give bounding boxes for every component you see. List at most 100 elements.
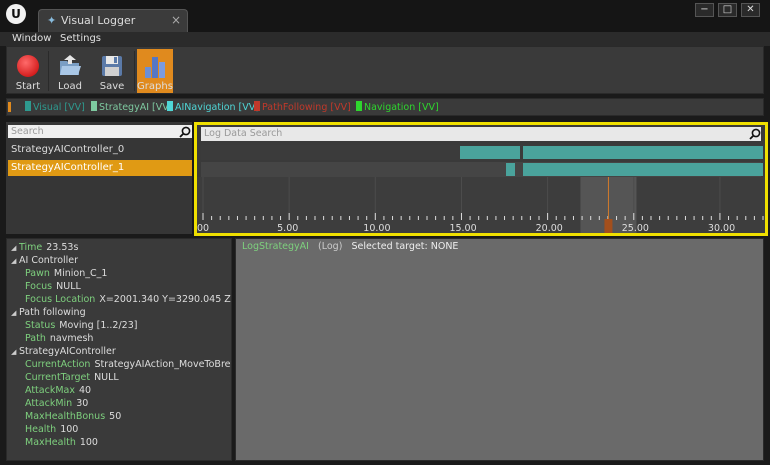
log-event-segment[interactable] <box>506 163 515 176</box>
controller-list-panel: Search StrategyAIController_0 StrategyAI… <box>6 122 192 234</box>
detail-row: CurrentActionStrategyAIAction_MoveToBrew… <box>25 358 231 371</box>
category-filter-chip[interactable]: Navigation [VV] <box>356 101 439 114</box>
detail-row: MaxHealth 100 <box>25 436 98 449</box>
axis-tick-label: 20.00 <box>535 223 563 234</box>
detail-value: navmesh <box>49 333 94 344</box>
detail-section-header[interactable]: ◢ Path following <box>11 306 86 319</box>
axis-tick-label: 5.00 <box>277 223 299 234</box>
filter-bar-grip <box>8 102 11 112</box>
category-filter-chip[interactable]: PathFollowing [VV] <box>254 101 351 114</box>
start-button[interactable]: Start <box>10 49 46 93</box>
save-label: Save <box>99 81 125 92</box>
axis-tick-label: 30.00 <box>707 223 736 234</box>
unreal-logo-icon: U <box>6 4 26 24</box>
detail-section-header[interactable]: ◢ AI Controller <box>11 254 78 267</box>
detail-row: CurrentTarget NULL <box>25 371 119 384</box>
detail-row: AttackMin 30 <box>25 397 88 410</box>
axis-tick-label: 15.00 <box>449 223 477 234</box>
detail-section-title: AI Controller <box>19 255 79 266</box>
search-icon[interactable] <box>179 126 191 138</box>
detail-row: Focus NULL <box>25 280 81 293</box>
toolbar-divider <box>48 51 49 91</box>
save-button[interactable]: Save <box>94 49 130 93</box>
menu-settings[interactable]: Settings <box>60 33 101 44</box>
detail-key: Pawn <box>25 268 50 279</box>
log-data-search-placeholder: Log Data Search <box>204 128 283 139</box>
axis-tick-label: 25.00 <box>621 223 649 234</box>
detail-row: Pawn Minion_C_1 <box>25 267 107 280</box>
detail-row: Focus LocationX=2001.340 Y=3290.045 Z=10… <box>25 293 231 306</box>
category-swatch <box>167 101 173 111</box>
search-icon[interactable] <box>749 128 761 140</box>
toolbar: Start Load Save Graphs <box>6 46 764 94</box>
log-event-segment[interactable] <box>459 146 521 159</box>
detail-key: AttackMax <box>25 385 75 396</box>
detail-value: StrategyAIAction_MoveToBrewery_ <box>94 359 231 370</box>
maximize-button[interactable]: □ <box>718 3 737 17</box>
detail-value: 50 <box>109 411 122 422</box>
category-filter-chip[interactable]: StrategyAI [VV] <box>91 101 172 114</box>
log-event-segment[interactable] <box>523 146 763 159</box>
floppy-disk-icon <box>102 56 122 76</box>
category-filter-chip[interactable]: Visual [VV] <box>25 101 85 114</box>
detail-value: NULL <box>94 372 119 383</box>
menu-bar: Window Settings <box>0 32 770 46</box>
graphs-button[interactable]: Graphs <box>137 49 173 93</box>
detail-value: 23.53s <box>46 242 79 253</box>
controller-search-placeholder: Search <box>11 126 44 137</box>
tab-label: Visual Logger <box>61 14 136 27</box>
log-message: Selected target: NONE <box>351 241 459 252</box>
tab-visual-logger[interactable]: ✦ Visual Logger × <box>38 9 188 32</box>
category-label: Visual [VV] <box>33 102 85 113</box>
category-filter-chip[interactable]: AINavigation [VV] <box>167 101 259 114</box>
tab-close-icon[interactable]: × <box>171 13 181 27</box>
detail-key: Time <box>19 242 43 253</box>
log-line[interactable]: LogStrategyAI (Log) Selected target: NON… <box>242 241 458 252</box>
menu-window[interactable]: Window <box>12 33 51 44</box>
detail-value: Minion_C_1 <box>53 268 108 279</box>
detail-value: X=2001.340 Y=3290.045 Z=10.1 <box>99 294 231 305</box>
detail-section-header[interactable]: ◢ StrategyAIController <box>11 345 116 358</box>
details-panel: ◢ Time 23.53s ◢ AI Controller Pawn Minion_C_1… <box>6 238 232 461</box>
bar-graph-icon <box>145 57 165 78</box>
detail-key: Path <box>25 333 46 344</box>
detail-key: Health <box>25 424 57 435</box>
detail-value: Moving [1..2/23] <box>59 320 138 331</box>
axis-tick-label: 10.00 <box>363 223 391 234</box>
load-label: Load <box>58 81 82 92</box>
detail-key: CurrentAction <box>25 359 91 370</box>
detail-row: MaxHealthBonus 50 <box>25 410 121 423</box>
log-data-search-input[interactable]: Log Data Search <box>201 127 761 141</box>
detail-value: 100 <box>60 424 79 435</box>
detail-key: CurrentTarget <box>25 372 91 383</box>
timeline-track[interactable] <box>201 145 763 160</box>
detail-row: AttackMax 40 <box>25 384 91 397</box>
category-label: PathFollowing [VV] <box>262 102 351 113</box>
detail-value: 30 <box>76 398 89 409</box>
expand-arrow-icon: ◢ <box>11 257 17 265</box>
controller-row[interactable]: StrategyAIController_0 <box>8 142 192 158</box>
expand-arrow-icon: ◢ <box>11 309 17 317</box>
timeline-track-selected[interactable] <box>201 162 763 177</box>
detail-row: Health 100 <box>25 423 78 436</box>
category-label: AINavigation [VV] <box>175 102 259 113</box>
time-cursor-handle <box>604 219 613 233</box>
record-icon <box>17 55 39 77</box>
log-event-segment[interactable] <box>523 163 763 176</box>
minimize-button[interactable]: − <box>695 3 714 17</box>
title-bar: U ✦ Visual Logger × − □ ✕ <box>0 0 770 32</box>
category-label: Navigation [VV] <box>364 102 439 113</box>
category-swatch <box>356 101 362 111</box>
controller-row-selected[interactable]: StrategyAIController_1 <box>8 160 192 176</box>
category-swatch <box>25 101 31 111</box>
timeline-panel: Log Data Search 00 5.00 10.00 15.00 20.00 25.… <box>194 122 768 236</box>
controller-search-input[interactable]: Search <box>8 125 192 138</box>
load-button[interactable]: Load <box>52 49 88 93</box>
detail-section-title: StrategyAIController <box>19 346 116 357</box>
log-verbosity: (Log) <box>318 241 343 252</box>
detail-key: MaxHealthBonus <box>25 411 106 422</box>
detail-key: Focus <box>25 281 53 292</box>
close-button[interactable]: ✕ <box>741 3 760 17</box>
detail-row: Status Moving [1..2/23] <box>25 319 137 332</box>
folder-open-icon <box>60 55 81 75</box>
